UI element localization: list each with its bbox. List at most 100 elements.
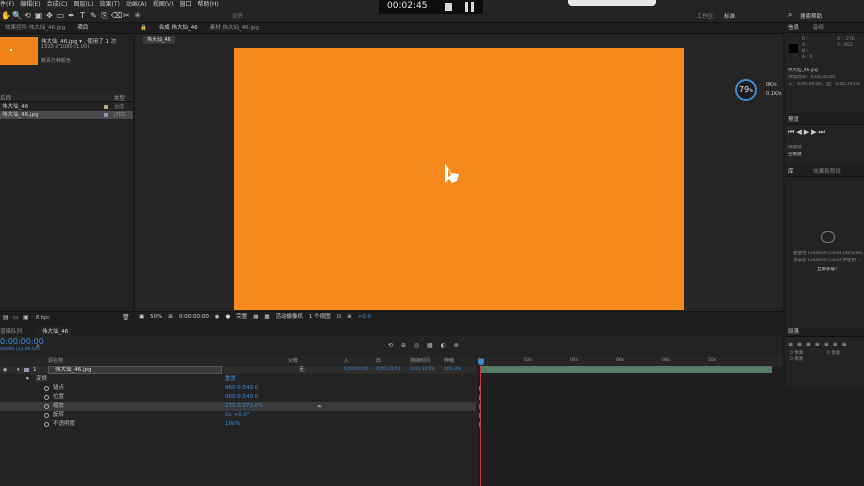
rect-mask-icon[interactable]: ▭ — [56, 11, 65, 21]
pen-icon[interactable]: ✒ — [67, 11, 76, 21]
resolution-select[interactable]: 完整 — [236, 312, 247, 323]
new-folder-icon[interactable]: ▭ — [13, 314, 19, 321]
roto-icon[interactable]: ✂ — [122, 11, 131, 21]
indent-first[interactable]: 0 像素 — [790, 357, 803, 363]
align-buttons[interactable]: ≡ ≡ ≡ ≡ ≡ ≡ ≡ — [788, 341, 848, 348]
col-type[interactable]: 类型 — [114, 94, 125, 102]
menu-item[interactable]: 帮助(H) — [198, 0, 219, 9]
project-item-footage[interactable]: 伟大仙_46.jpg JPEG — [0, 111, 133, 119]
layer-name[interactable]: 伟大仙_46.jpg — [48, 366, 222, 374]
property-value[interactable]: 271.0,271.0% — [225, 402, 263, 411]
shortcut-select[interactable]: 空格键 — [788, 152, 802, 158]
rotate-icon[interactable]: ⟲ — [23, 11, 32, 21]
col-duration[interactable]: 持续时间 — [410, 357, 430, 365]
keyframe-marker[interactable] — [479, 413, 481, 418]
workspace-select[interactable]: 标准 — [724, 12, 735, 20]
space-before[interactable]: 0 像素 — [827, 351, 840, 357]
menu-item[interactable]: 效果(T) — [100, 0, 120, 9]
property-value[interactable]: 960.0,540.0 — [225, 384, 258, 393]
tab-render-queue[interactable]: 渲染队列 — [0, 327, 22, 335]
col-stretch[interactable]: 伸缩 — [444, 357, 454, 365]
keyframe-marker[interactable] — [479, 422, 481, 427]
label-color-swatch[interactable] — [104, 105, 108, 109]
stopwatch-icon[interactable] — [44, 422, 49, 427]
menu-item[interactable]: 窗口 — [179, 0, 191, 9]
keyframe-marker[interactable] — [479, 386, 481, 391]
trash-icon[interactable]: 🗑 — [122, 314, 130, 321]
col-source-name[interactable]: 源名称 — [48, 357, 63, 365]
expand-arrow-icon[interactable]: ▾ — [17, 367, 20, 373]
color-channel-icon[interactable]: ● — [226, 312, 231, 323]
snapshot-icon[interactable]: ◉ — [215, 312, 220, 323]
visibility-eye-icon[interactable]: ◉ — [3, 367, 7, 373]
transparency-grid-icon[interactable]: ▩ — [264, 312, 269, 323]
layer-label-color[interactable] — [24, 368, 29, 372]
play-icon[interactable]: ▶ — [804, 128, 811, 136]
layer-out-time[interactable]: 0;00;29;02 — [376, 366, 401, 374]
get-now-link[interactable]: 立即获取！ — [817, 267, 840, 273]
keyframe-marker[interactable] — [479, 404, 481, 409]
stopwatch-icon[interactable] — [44, 404, 49, 409]
tab-composition[interactable]: 合成 伟大仙_46 — [154, 23, 203, 34]
bit-depth[interactable]: 8 bpc — [36, 315, 50, 321]
camera-icon[interactable]: ▣ — [34, 11, 43, 21]
menu-item[interactable]: 合成(C) — [47, 0, 68, 9]
tab-timeline-comp[interactable]: 伟大仙_46 — [42, 327, 68, 335]
zoom-select[interactable]: 50% — [150, 312, 162, 323]
col-name[interactable]: 名称 — [0, 94, 11, 102]
pause-icon-left[interactable] — [465, 2, 468, 12]
type-icon[interactable]: T — [78, 11, 87, 21]
property-row[interactable]: 位置 960.0,540.0 — [0, 393, 476, 402]
tab-effect-controls[interactable]: 效果控件 伟大仙_46.jpg — [0, 23, 70, 34]
col-parent[interactable]: 父级 — [288, 357, 298, 365]
transform-group-row[interactable]: ▾ 变换 重置 — [0, 375, 476, 384]
current-time[interactable]: 0:00:00:00 — [179, 312, 209, 323]
layer-stretch[interactable]: 100.0% — [444, 366, 461, 374]
brush-icon[interactable]: ✎ — [89, 11, 98, 21]
clone-icon[interactable]: ⎘ — [100, 11, 109, 21]
tab-libraries[interactable]: 库 — [788, 169, 794, 175]
time-ruler[interactable]: 0s02s04s06s08s10s — [478, 357, 783, 366]
timeline-graph-area[interactable]: 0s02s04s06s08s10s — [478, 357, 783, 486]
menu-item[interactable]: 动画(A) — [126, 0, 147, 9]
comp-subtab[interactable]: 伟大仙_46 — [143, 36, 175, 44]
camera-select[interactable]: 活动摄像机 — [275, 312, 303, 323]
pin-icon[interactable]: ✳ — [133, 11, 142, 21]
label-color-swatch[interactable] — [104, 113, 108, 117]
zoom-icon[interactable]: 🔍 — [12, 11, 22, 21]
transform-reset-link[interactable]: 重置 — [225, 375, 236, 384]
layer-parent-select[interactable]: 无 — [299, 366, 305, 374]
col-in[interactable]: 入 — [344, 357, 349, 365]
property-row[interactable]: 锚点 960.0,540.0 — [0, 384, 476, 393]
layer-in-time[interactable]: 0;00;00;00 — [344, 366, 369, 374]
stopwatch-icon[interactable] — [44, 413, 49, 418]
tab-footage[interactable]: 素材 伟大仙_46.jpg — [205, 23, 264, 34]
layer-row[interactable]: ◉ ▾ 1 伟大仙_46.jpg 无 0;00;00;00 0;00;29;02… — [0, 366, 476, 374]
col-out[interactable]: 出 — [376, 357, 381, 365]
tab-audio[interactable]: 音频 — [813, 25, 824, 31]
property-value[interactable]: 0x +0.0° — [225, 411, 250, 420]
flowchart-icon[interactable]: ⊡ — [337, 312, 342, 323]
eraser-icon[interactable]: ⌫ — [111, 11, 122, 21]
layer-duration-bar[interactable] — [480, 366, 772, 373]
hand-icon[interactable]: ✋ — [1, 11, 11, 21]
stop-icon[interactable] — [445, 3, 452, 11]
composition-canvas[interactable] — [234, 48, 684, 310]
stopwatch-icon[interactable] — [44, 395, 49, 400]
lock-icon[interactable]: 🔒 — [135, 23, 152, 34]
property-value[interactable]: 960.0,540.0 — [225, 393, 258, 402]
pan-behind-icon[interactable]: ✥ — [45, 11, 54, 21]
property-value[interactable]: 100% — [225, 420, 241, 429]
interpret-footage-icon[interactable]: ▤ — [3, 314, 9, 321]
expand-arrow-icon[interactable]: ▾ — [26, 375, 29, 384]
last-frame-icon[interactable]: ⏭ — [818, 128, 826, 136]
tab-effects-presets[interactable]: 效果和预设 — [813, 169, 841, 175]
prev-frame-icon[interactable]: ◀ — [796, 128, 803, 136]
pause-icon-right[interactable] — [471, 2, 474, 12]
menu-item[interactable]: 编辑(E) — [20, 0, 40, 9]
timeline-search-icon[interactable]: ⌕ — [36, 342, 40, 351]
always-preview-icon[interactable]: ▣ — [139, 312, 144, 323]
keyframe-marker[interactable] — [479, 395, 481, 400]
timeline-switches[interactable]: ⟲ ⊕ ◎ ▦ ◐ ⊗ — [388, 342, 462, 349]
fit-icon[interactable]: ⊞ — [168, 312, 173, 323]
